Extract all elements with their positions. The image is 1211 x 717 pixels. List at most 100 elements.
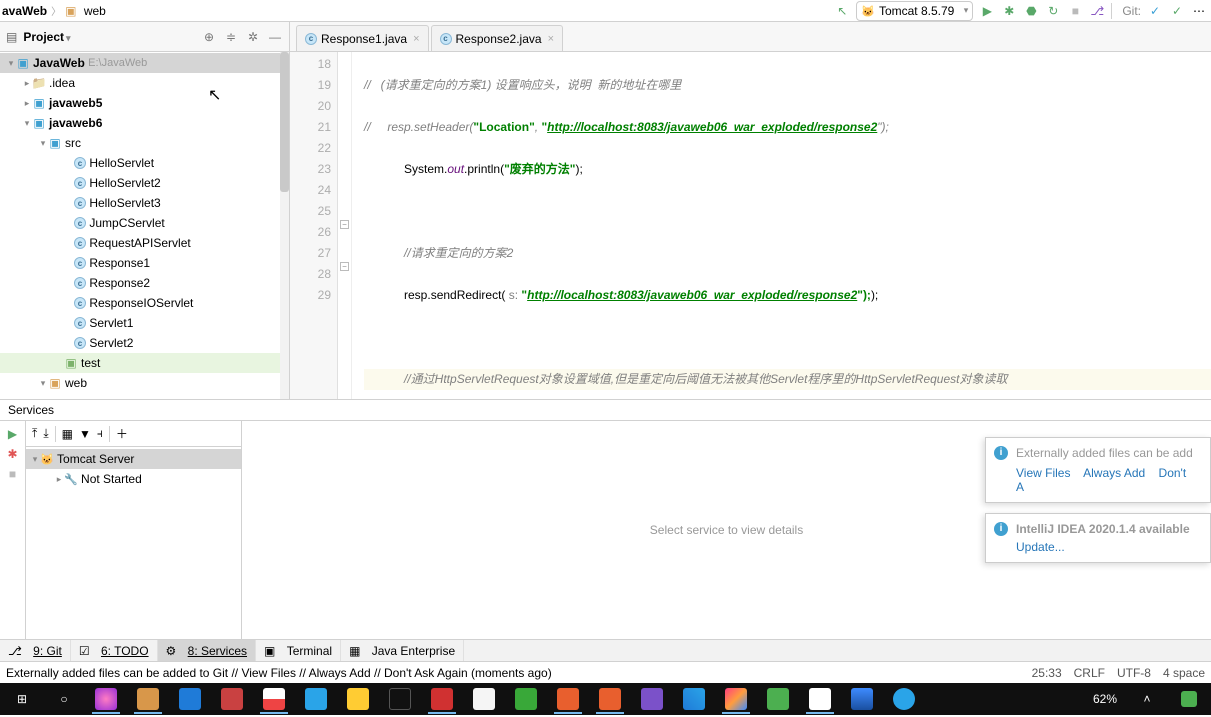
stop-icon[interactable]: ■ xyxy=(1067,3,1083,19)
hammer-icon[interactable]: ↖ xyxy=(834,3,850,19)
stop-icon[interactable]: ■ xyxy=(9,467,16,481)
services-tree-pane: ⤒ ⤓ ▦ ▼ ⫞ ＋ ▾ Tomcat Server ▸ Not Starte… xyxy=(26,421,242,639)
collapse-down-icon[interactable]: ⤓ xyxy=(43,426,48,441)
bug-icon[interactable]: ✱ xyxy=(7,447,17,461)
tree-item[interactable]: ▾▣javaweb6 xyxy=(0,113,289,133)
add-icon[interactable]: ＋ xyxy=(116,425,128,442)
tree-class[interactable]: ▸c HelloServlet3 xyxy=(0,193,289,213)
taskbar-app[interactable] xyxy=(296,684,336,714)
tree-class[interactable]: ▸c Response2 xyxy=(0,273,289,293)
services-panel: Services ▶ ✱ ■ ⤒ ⤓ ▦ ▼ ⫞ ＋ ▾ Tomcat Serv… xyxy=(0,399,1211,639)
tool-git[interactable]: ⎇ 9: Git xyxy=(0,640,71,661)
taskbar-app[interactable] xyxy=(212,684,252,714)
tree-class[interactable]: ▸c RequestAPIServlet xyxy=(0,233,289,253)
line-separator[interactable]: CRLF xyxy=(1074,666,1105,680)
taskbar-app[interactable] xyxy=(632,684,672,714)
taskbar-app[interactable] xyxy=(254,684,294,714)
tree-item[interactable]: ▸.idea xyxy=(0,73,289,93)
taskbar-app[interactable] xyxy=(842,684,882,714)
taskbar-app[interactable] xyxy=(128,684,168,714)
tree-class[interactable]: ▸c HelloServlet2 xyxy=(0,173,289,193)
search-icon[interactable]: ○ xyxy=(44,684,84,714)
tree-item[interactable]: ▸▣javaweb5 xyxy=(0,93,289,113)
tree-root[interactable]: ▾▣ JavaWeb E:\JavaWeb xyxy=(0,53,289,73)
tomcat-icon xyxy=(40,452,54,466)
tool-terminal[interactable]: ▣ Terminal xyxy=(256,640,341,661)
taskbar-app[interactable] xyxy=(758,684,798,714)
link[interactable]: View Files xyxy=(1016,466,1070,480)
tray-item[interactable] xyxy=(1169,684,1209,714)
close-icon[interactable]: × xyxy=(413,33,419,45)
tree-item[interactable]: ▸▣test xyxy=(0,353,289,373)
git-pull-icon[interactable]: ✓ xyxy=(1147,3,1163,19)
code-area[interactable]: // (请求重定向的方案1) 设置响应头，说明 新的地址在哪里 // resp.… xyxy=(352,52,1211,399)
layout-icon[interactable]: ⫞ xyxy=(97,426,103,441)
locate-icon[interactable]: ⊕ xyxy=(201,29,217,45)
tree-class[interactable]: ▸c JumpCServlet xyxy=(0,213,289,233)
taskbar-app[interactable] xyxy=(884,684,924,714)
service-status[interactable]: ▸ Not Started xyxy=(26,469,241,489)
project-icon: ▤ xyxy=(6,30,17,44)
services-sidebar: ▶ ✱ ■ xyxy=(0,421,26,639)
taskbar-app[interactable] xyxy=(338,684,378,714)
taskbar-app[interactable] xyxy=(716,684,756,714)
fold-strip[interactable]: − − xyxy=(338,52,352,399)
taskbar-app[interactable] xyxy=(506,684,546,714)
tree-class[interactable]: ▸c Servlet1 xyxy=(0,313,289,333)
coverage-icon[interactable]: ⬣ xyxy=(1023,3,1039,19)
tool-services[interactable]: ⚙ 8: Services xyxy=(158,640,256,661)
link[interactable]: Always Add xyxy=(1083,466,1145,480)
editor-tabs: c Response1.java × c Response2.java × xyxy=(290,22,1211,51)
close-icon[interactable]: × xyxy=(548,33,554,45)
taskbar-app[interactable] xyxy=(590,684,630,714)
status-message[interactable]: Externally added files can be added to G… xyxy=(6,666,552,680)
taskbar-app[interactable] xyxy=(422,684,462,714)
debug-icon[interactable]: ✱ xyxy=(1001,3,1017,19)
link[interactable]: Update... xyxy=(1016,540,1065,554)
profile-icon[interactable]: ↻ xyxy=(1045,3,1061,19)
project-title[interactable]: Project▾ xyxy=(23,30,195,44)
git-branch-icon[interactable]: ⎇ xyxy=(1089,3,1105,19)
editor-tab[interactable]: c Response2.java × xyxy=(431,25,564,51)
service-group[interactable]: ▾ Tomcat Server xyxy=(26,449,241,469)
tray-item[interactable]: 62% xyxy=(1085,684,1125,714)
tree-class[interactable]: ▸c Response1 xyxy=(0,253,289,273)
taskbar-app[interactable] xyxy=(800,684,840,714)
tree-item[interactable]: ▾▣web xyxy=(0,373,289,393)
git-push-icon[interactable]: ✓ xyxy=(1169,3,1185,19)
collapse-up-icon[interactable]: ⤒ xyxy=(32,426,37,441)
filter-icon[interactable]: ▼ xyxy=(79,427,91,441)
code-editor[interactable]: 181920 212223 242526 272829 − − // (请求重定… xyxy=(290,52,1211,399)
services-header[interactable]: Services xyxy=(0,400,1211,421)
tool-jee[interactable]: ▦ Java Enterprise xyxy=(341,640,464,661)
tree-item[interactable]: ▾▣src xyxy=(0,133,289,153)
tree-class[interactable]: ▸c HelloServlet xyxy=(0,153,289,173)
editor-tab[interactable]: c Response1.java × xyxy=(296,25,429,51)
breadcrumb-item[interactable]: avaWeb xyxy=(2,4,47,18)
tray-up-icon[interactable]: ˄ xyxy=(1127,684,1167,714)
taskbar-app[interactable] xyxy=(464,684,504,714)
grid-icon[interactable]: ▦ xyxy=(62,427,73,441)
run-icon[interactable]: ▶ xyxy=(979,3,995,19)
tree-class[interactable]: ▸c ResponseIOServlet xyxy=(0,293,289,313)
taskbar-app[interactable] xyxy=(170,684,210,714)
breadcrumb-item[interactable]: ▣ web xyxy=(65,4,106,18)
indent[interactable]: 4 space xyxy=(1163,666,1205,680)
taskbar-app[interactable] xyxy=(86,684,126,714)
project-tree[interactable]: ▾▣ JavaWeb E:\JavaWeb ▸.idea ▸▣javaweb5 … xyxy=(0,52,290,399)
caret-position[interactable]: 25:33 xyxy=(1032,666,1062,680)
start-menu[interactable]: ⊞ xyxy=(2,684,42,714)
more-icon[interactable]: ⋯ xyxy=(1191,3,1207,19)
taskbar-app[interactable] xyxy=(548,684,588,714)
expand-icon[interactable]: ≑ xyxy=(223,29,239,45)
settings-icon[interactable]: ✲ xyxy=(245,29,261,45)
run-config-selector[interactable]: Tomcat 8.5.79 xyxy=(856,1,973,21)
tree-class[interactable]: ▸c Servlet2 xyxy=(0,333,289,353)
scrollbar[interactable] xyxy=(280,52,289,399)
run-icon[interactable]: ▶ xyxy=(8,427,17,441)
hide-icon[interactable]: — xyxy=(267,29,283,45)
encoding[interactable]: UTF-8 xyxy=(1117,666,1151,680)
taskbar-app[interactable] xyxy=(380,684,420,714)
tool-todo[interactable]: ☑ 6: TODO xyxy=(71,640,158,661)
taskbar-app[interactable] xyxy=(674,684,714,714)
